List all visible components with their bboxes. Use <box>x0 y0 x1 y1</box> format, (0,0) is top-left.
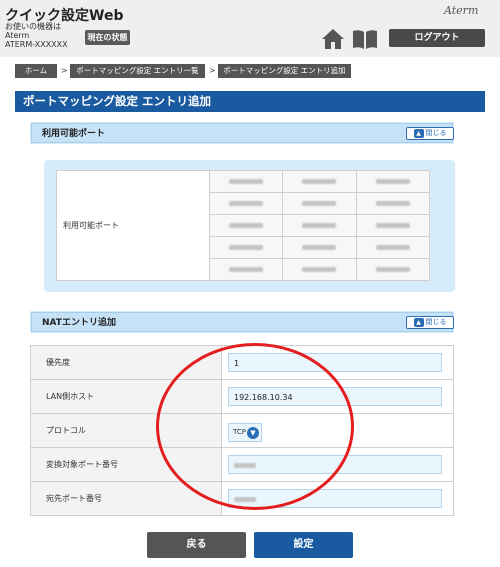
device-label: お使いの機器は <box>5 22 61 31</box>
nat-entry-close-button[interactable]: ▲ 閉じる <box>406 316 454 329</box>
blurred-value <box>302 179 337 184</box>
ports-row-label: 利用可能ポート <box>56 170 210 281</box>
nat-entry-title-text: NATエントリ追加 <box>42 318 116 328</box>
port-value-cell <box>282 236 357 259</box>
submit-button[interactable]: 設定 <box>254 532 353 558</box>
device-model: ATERM-XXXXXX <box>5 40 68 49</box>
blurred-value <box>302 267 337 272</box>
page-title: ポートマッピング設定 エントリ追加 <box>15 91 485 112</box>
blurred-value <box>375 267 410 272</box>
chevron-up-icon: ▲ <box>413 317 424 327</box>
port-value-cell <box>355 236 431 259</box>
blurred-value <box>375 201 410 206</box>
back-button[interactable]: 戻る <box>147 532 246 558</box>
port-value-cell <box>355 170 431 193</box>
home-icon[interactable] <box>321 28 345 50</box>
available-ports-close-button[interactable]: ▲ 閉じる <box>406 127 454 140</box>
device-info: お使いの機器は Aterm ATERM-XXXXXX <box>5 22 68 49</box>
available-ports-table: 利用可能ポート <box>56 170 431 281</box>
close-button-label: 閉じる <box>425 318 447 326</box>
blurred-value <box>302 201 337 206</box>
port-value-cell <box>282 214 357 237</box>
blurred-value <box>229 179 264 184</box>
blurred-value <box>375 223 410 228</box>
blurred-value <box>375 245 410 250</box>
device-name: Aterm <box>5 31 30 40</box>
chevron-up-icon: ▲ <box>413 128 424 138</box>
breadcrumb-separator: > <box>61 66 68 75</box>
blurred-value <box>375 179 410 184</box>
annotation-circle <box>156 343 354 510</box>
blurred-value <box>302 223 337 228</box>
available-ports-section-title: 利用可能ポート <box>31 123 453 143</box>
port-value-cell <box>208 192 284 215</box>
port-value-cell <box>282 258 357 281</box>
breadcrumb-current: ポートマッピング設定 エントリ追加 <box>218 64 351 78</box>
blurred-value <box>229 245 264 250</box>
close-button-label: 閉じる <box>425 129 447 137</box>
nat-entry-section-title: NATエントリ追加 <box>31 312 453 332</box>
breadcrumb-entry-list[interactable]: ポートマッピング設定 エントリ一覧 <box>70 64 205 78</box>
logout-button[interactable]: ログアウト <box>389 29 485 47</box>
port-value-cell <box>282 192 357 215</box>
port-value-cell <box>208 236 284 259</box>
book-icon[interactable] <box>351 28 379 50</box>
table-row: 利用可能ポート <box>56 170 431 281</box>
port-value-cell <box>355 258 431 281</box>
port-value-cell <box>355 192 431 215</box>
blurred-value <box>229 201 264 206</box>
port-value-cell <box>208 170 284 193</box>
brand-logo: Aterm <box>444 4 479 17</box>
breadcrumb-separator: > <box>209 66 216 75</box>
port-value-cell <box>282 170 357 193</box>
blurred-value <box>229 223 264 228</box>
port-value-cell <box>208 214 284 237</box>
blurred-value <box>229 267 264 272</box>
breadcrumb-home[interactable]: ホーム <box>15 64 57 78</box>
port-value-cell <box>355 214 431 237</box>
available-ports-title-text: 利用可能ポート <box>42 129 106 139</box>
port-value-cell <box>208 258 284 281</box>
current-status-button[interactable]: 現在の状態 <box>85 30 130 45</box>
blurred-value <box>302 245 337 250</box>
